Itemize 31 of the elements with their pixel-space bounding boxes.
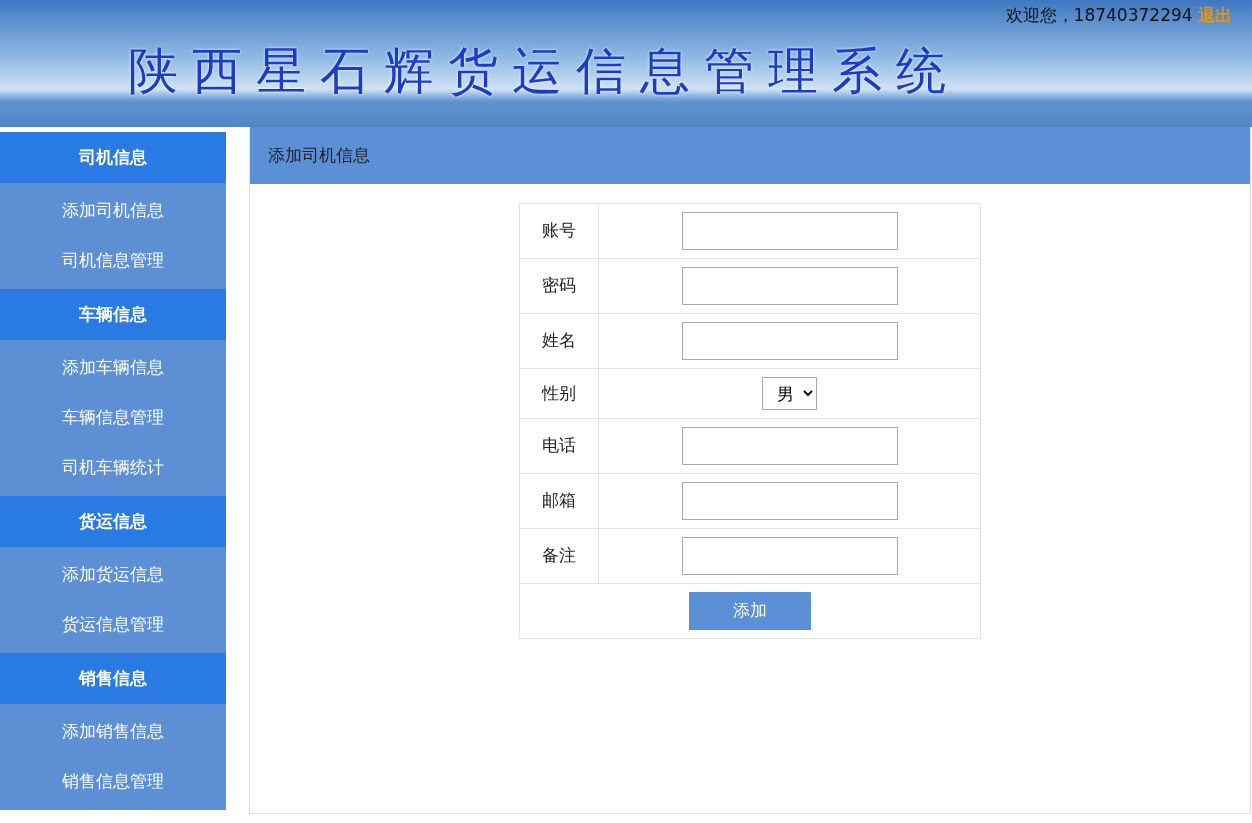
sidebar-section-header: 司机信息 bbox=[0, 132, 226, 183]
input-field[interactable] bbox=[681, 212, 898, 250]
sidebar-link[interactable]: 添加车辆信息 bbox=[0, 343, 226, 393]
input-field[interactable] bbox=[681, 322, 898, 360]
field-label: 账号 bbox=[542, 220, 576, 241]
sidebar-link[interactable]: 添加司机信息 bbox=[0, 186, 226, 236]
gender-dropdown[interactable]: 男 bbox=[762, 377, 817, 410]
add-button[interactable]: 添加 bbox=[689, 592, 811, 630]
field-label: 密码 bbox=[542, 275, 576, 296]
input-field[interactable] bbox=[681, 427, 898, 465]
panel-title: 添加司机信息 bbox=[268, 143, 370, 167]
sidebar-link[interactable]: 销售信息管理 bbox=[0, 757, 226, 807]
input-field[interactable] bbox=[681, 267, 898, 305]
sidebar-section-header: 货运信息 bbox=[0, 496, 226, 547]
sidebar-link[interactable]: 添加货运信息 bbox=[0, 550, 226, 600]
field-label: 邮箱 bbox=[542, 490, 576, 511]
sidebar-link[interactable]: 司机信息管理 bbox=[0, 236, 226, 286]
input-field[interactable] bbox=[681, 482, 898, 520]
sidebar-link[interactable]: 车辆信息管理 bbox=[0, 393, 226, 443]
sidebar-section-header: 销售信息 bbox=[0, 653, 226, 704]
welcome-text: 欢迎您，18740372294 bbox=[1005, 5, 1193, 25]
site-title: 陕西星石辉货运信息管理系统 bbox=[128, 41, 960, 102]
field-label: 姓名 bbox=[542, 330, 576, 351]
field-label: 备注 bbox=[542, 545, 576, 566]
sidebar-section-header: 车辆信息 bbox=[0, 289, 226, 340]
sidebar-link[interactable]: 货运信息管理 bbox=[0, 600, 226, 650]
field-label: 性别 bbox=[542, 382, 576, 403]
sidebar-link[interactable]: 添加销售信息 bbox=[0, 707, 226, 757]
sidebar-link[interactable]: 司机车辆统计 bbox=[0, 443, 226, 493]
field-label: 电话 bbox=[542, 435, 576, 456]
input-field[interactable] bbox=[681, 537, 898, 575]
